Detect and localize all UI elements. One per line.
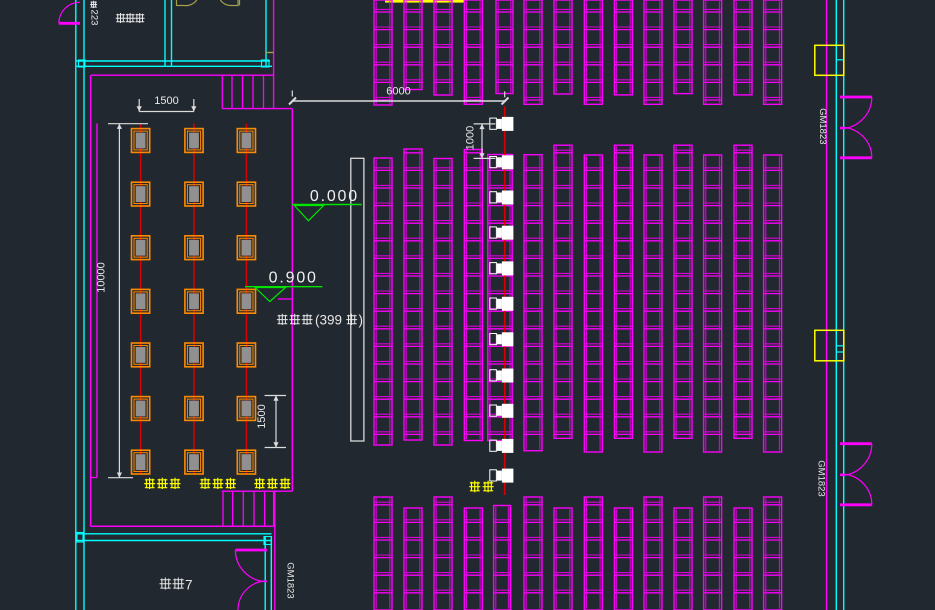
svg-text:GM1823: GM1823 — [284, 562, 295, 598]
svg-text:10000: 10000 — [96, 262, 108, 293]
svg-text:GM1823: GM1823 — [815, 460, 826, 496]
svg-text:(399: (399 — [315, 313, 342, 328]
svg-text:1500: 1500 — [154, 95, 178, 107]
svg-text:7: 7 — [185, 578, 193, 593]
svg-text:0.900: 0.900 — [269, 270, 318, 287]
svg-text:0.000: 0.000 — [310, 188, 359, 205]
svg-text:1500: 1500 — [256, 404, 268, 428]
svg-text:6000: 6000 — [386, 86, 410, 98]
svg-text:GM1823: GM1823 — [817, 108, 828, 144]
svg-text:1000: 1000 — [465, 126, 477, 150]
svg-text:223: 223 — [89, 10, 100, 26]
svg-text:): ) — [359, 313, 364, 328]
